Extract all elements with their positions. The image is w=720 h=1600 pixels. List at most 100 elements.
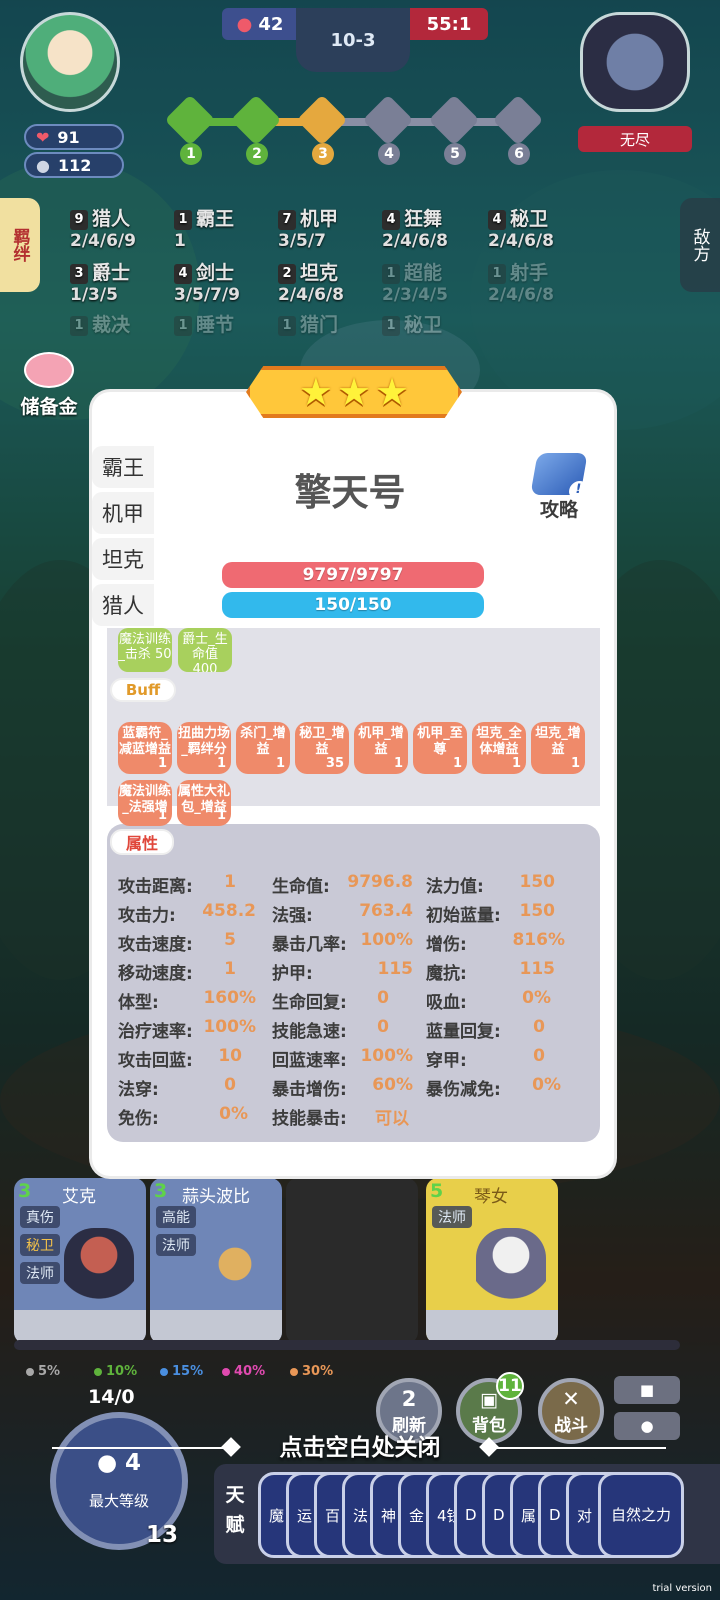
- refresh-cost: 2: [401, 1387, 417, 1411]
- piggy-bank-button[interactable]: 储备金: [16, 352, 82, 424]
- attr-label: 体型:: [118, 993, 159, 1013]
- attr-value: 115: [377, 959, 414, 979]
- synergy-item[interactable]: 4 秘卫 2/4/6/8: [488, 204, 554, 251]
- synergy-item[interactable]: 3 爵士 1/3/5: [70, 258, 130, 305]
- player-hp: ❤ 91: [24, 124, 124, 150]
- attr-label: 初始蓝量:: [426, 906, 501, 926]
- attr-label: 攻击回蓝:: [118, 1051, 193, 1071]
- guide-button[interactable]: 攻略: [522, 453, 596, 527]
- trait-tag: 法师: [156, 1234, 196, 1256]
- fire-icon: ●: [236, 13, 253, 35]
- attr-value: 9796.8: [347, 872, 413, 892]
- buff-chip[interactable]: 机甲_至尊 1: [413, 722, 467, 774]
- unit-name: 擎天号: [294, 471, 406, 514]
- synergy-item[interactable]: 4 狂舞 2/4/6/8: [382, 204, 448, 251]
- synergy-item[interactable]: 1 霸王 1: [174, 204, 234, 251]
- attr-value: 0%: [219, 1104, 248, 1124]
- enemy-avatar[interactable]: [580, 12, 690, 112]
- attr-label: 蓝量回复:: [426, 1022, 501, 1042]
- attribute-section-label: 属性: [110, 829, 174, 855]
- buff-chip[interactable]: 蓝霸符_减蓝增益 1: [118, 722, 172, 774]
- side-tab-trait[interactable]: 坦克: [92, 538, 154, 580]
- buff-chip[interactable]: 坦克_全体增益 1: [472, 722, 526, 774]
- talent-label: 天赋: [225, 1484, 245, 1536]
- player-score: ● 42: [222, 8, 298, 40]
- buff-chip[interactable]: 机甲_增益 1: [354, 722, 408, 774]
- shop-card[interactable]: 5 琴女 法师: [426, 1178, 558, 1344]
- synergy-item[interactable]: 1 裁决: [70, 310, 130, 337]
- attr-value: 0: [533, 1046, 545, 1066]
- attr-value: 458.2: [202, 901, 256, 921]
- odds-tier: 40%: [222, 1364, 265, 1379]
- buff-chip[interactable]: 杀门_增益 1: [236, 722, 290, 774]
- piggy-bank-icon: [24, 352, 74, 388]
- player-gold: ● 112: [24, 152, 124, 178]
- trait-tag: 秘卫: [20, 1234, 60, 1256]
- talent-card[interactable]: 自然之力: [598, 1472, 684, 1558]
- synergy-item[interactable]: 1 秘卫: [382, 310, 442, 337]
- crossed-swords-icon: ✕: [562, 1387, 580, 1411]
- attr-value: 1: [224, 959, 236, 979]
- attr-label: 吸血:: [426, 993, 467, 1013]
- odds-tier: 10%: [94, 1364, 137, 1379]
- star-icon: ★: [298, 370, 333, 414]
- attr-label: 暴伤减免:: [426, 1080, 501, 1100]
- synergy-item[interactable]: 7 机甲 3/5/7: [278, 204, 338, 251]
- attr-value: 5: [224, 930, 236, 950]
- trait-tag: 法师: [432, 1206, 472, 1228]
- buff-chip[interactable]: 秘卫_增益 35: [295, 722, 349, 774]
- stack-chip: 魔法训练_击杀 50: [118, 628, 172, 672]
- attr-label: 攻击力:: [118, 906, 176, 926]
- synergy-item[interactable]: 1 超能 2/3/4/5: [382, 258, 448, 305]
- backpack-icon: ▣: [480, 1389, 498, 1411]
- buff-chip[interactable]: 魔法训练_法强增 1: [118, 780, 172, 826]
- buff-chip[interactable]: 扭曲力场_羁绊分 1: [177, 722, 231, 774]
- synergy-item[interactable]: 4 剑士 3/5/7/9: [174, 258, 240, 305]
- attr-label: 穿甲:: [426, 1051, 467, 1071]
- star-icon: ★: [336, 370, 372, 414]
- shop-card[interactable]: 3 蒜头波比 高能 法师: [150, 1178, 282, 1344]
- attr-value: 0: [377, 1017, 389, 1037]
- champion-portrait: [200, 1228, 270, 1318]
- attr-value: 100%: [203, 1017, 256, 1037]
- graduation-cap-icon: [530, 453, 588, 495]
- shop-card[interactable]: 3 艾克 真伤 秘卫 法师: [14, 1178, 146, 1344]
- attr-value: 115: [519, 959, 556, 979]
- trait-tag: 高能: [156, 1206, 196, 1228]
- tab-synergy[interactable]: 羁绊: [0, 198, 40, 292]
- xp-counter: 14/0: [88, 1386, 135, 1408]
- synergy-item[interactable]: 2 坦克 2/4/6/8: [278, 258, 344, 305]
- champion-portrait: [64, 1228, 134, 1318]
- hp-bar: 9797/9797: [222, 562, 484, 588]
- stage-step: 5: [444, 143, 466, 165]
- attr-value: 60%: [372, 1075, 413, 1095]
- side-tab-trait[interactable]: 霸王: [92, 446, 154, 488]
- player-avatar[interactable]: [20, 12, 120, 112]
- buff-section-label: Buff: [110, 678, 176, 702]
- attr-label: 护甲:: [272, 964, 313, 984]
- synergy-item[interactable]: 1 猎门: [278, 310, 338, 337]
- attr-value: 150: [519, 901, 556, 921]
- tab-enemy[interactable]: 敌方: [680, 198, 720, 292]
- attr-value: 0%: [522, 988, 551, 1008]
- close-hint[interactable]: 点击空白处关闭: [0, 1428, 720, 1462]
- buff-chip[interactable]: 属性大礼包_增益 1: [177, 780, 231, 826]
- side-tab-trait[interactable]: 猎人: [92, 584, 154, 626]
- lock-shop-button[interactable]: ■: [614, 1376, 680, 1404]
- synergy-item[interactable]: 1 射手 2/4/6/8: [488, 258, 554, 305]
- synergy-item[interactable]: 9 猎人 2/4/6/9: [70, 204, 136, 251]
- attr-label: 增伤:: [426, 935, 467, 955]
- enemy-score: 55:1: [410, 8, 488, 40]
- lock-icon: ■: [639, 1381, 655, 1399]
- buff-chip[interactable]: 坦克_增益 1: [531, 722, 585, 774]
- stage-step: 3: [312, 143, 334, 165]
- player-level: 13: [146, 1522, 179, 1548]
- side-tab-trait[interactable]: 机甲: [92, 492, 154, 534]
- heart-icon: ❤: [36, 127, 50, 147]
- attr-value: 150: [519, 872, 556, 892]
- stage-step: 4: [378, 143, 400, 165]
- shop-slot-empty: [286, 1178, 418, 1344]
- synergy-item[interactable]: 1 睡节: [174, 310, 234, 337]
- watermark: trial version: [652, 1583, 712, 1594]
- stack-chip: 爵士_生命值 400: [178, 628, 232, 672]
